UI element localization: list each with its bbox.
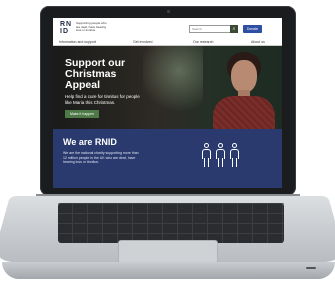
people-icon: [201, 143, 241, 167]
nav-item-about[interactable]: About us: [251, 40, 265, 44]
search-input[interactable]: Search: [189, 25, 233, 33]
logo-line-2: ID: [60, 28, 69, 35]
main-nav: Information and support Get involved Our…: [53, 38, 282, 46]
hero-banner: Support our Christmas Appeal Help find a…: [53, 46, 282, 129]
person-icon: [201, 143, 212, 167]
photo-body: [213, 96, 275, 129]
logo-line-1: RN: [60, 21, 73, 28]
nav-item-get-involved[interactable]: Get involved: [133, 40, 152, 44]
laptop-screen: RN ID Supporting people who are deaf, ha…: [53, 18, 282, 188]
person-icon: [215, 143, 226, 167]
nav-item-research[interactable]: Our research: [193, 40, 213, 44]
about-text: We are the national charity supporting m…: [63, 151, 139, 164]
hero-cta-button[interactable]: Make it happen: [65, 110, 99, 118]
tagline: Supporting people who are deaf, have hea…: [76, 21, 107, 32]
about-section: We are RNID We are the national charity …: [53, 129, 282, 188]
site-header: RN ID Supporting people who are deaf, ha…: [53, 18, 282, 38]
hero-photo-woman: [213, 52, 275, 129]
person-icon: [229, 143, 240, 167]
hero-title: Support our Christmas Appeal: [65, 57, 126, 91]
hero-background-light: [143, 46, 203, 129]
status-led: [306, 267, 316, 269]
photo-face: [231, 60, 257, 93]
donate-button[interactable]: Donate: [243, 25, 262, 33]
keyboard: [58, 203, 284, 243]
nav-item-information[interactable]: Information and support: [59, 40, 96, 44]
webcam: [167, 10, 170, 13]
about-title: We are RNID: [63, 137, 117, 147]
search-icon: ⌕: [232, 26, 236, 32]
hero-subtitle: Help find a cure for tinnitus for people…: [65, 94, 140, 105]
trackpad: [118, 240, 218, 264]
laptop-base-front: [2, 262, 335, 279]
laptop-lid: RN ID Supporting people who are deaf, ha…: [40, 6, 296, 196]
rnid-logo[interactable]: RN ID: [60, 21, 74, 35]
search-button[interactable]: ⌕: [230, 25, 238, 33]
